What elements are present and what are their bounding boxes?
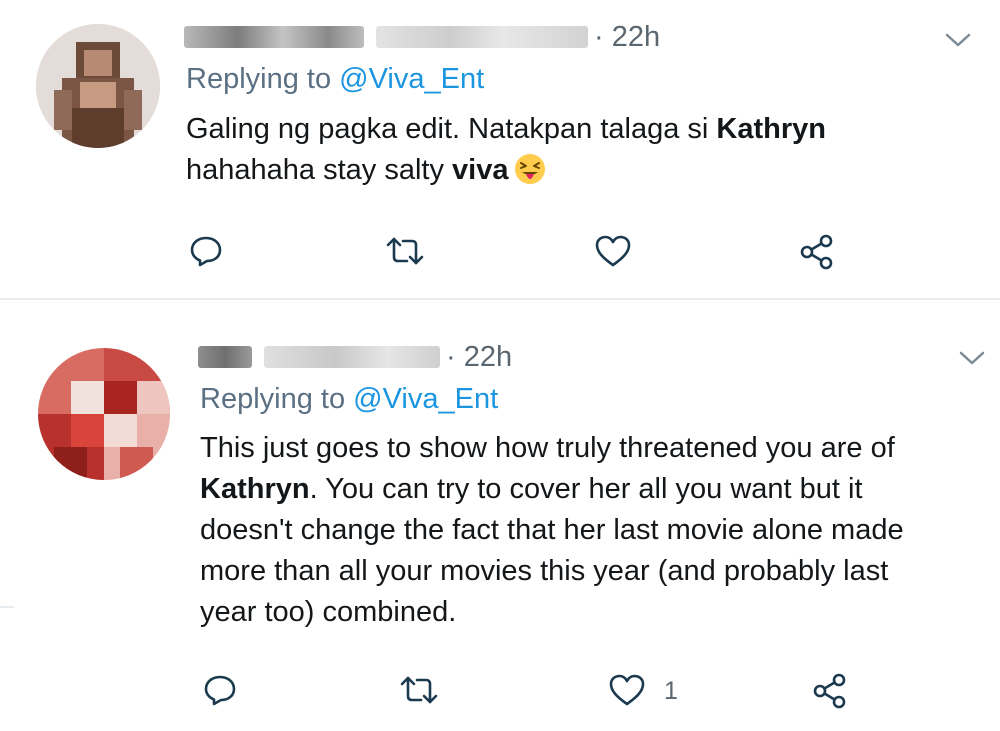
tweet-text: This just goes to show how truly threate… bbox=[200, 432, 904, 628]
share-icon[interactable] bbox=[797, 232, 837, 272]
avatar[interactable] bbox=[36, 24, 160, 148]
tweet-2[interactable]: · 22h Replying to @Viva_Ent This just go… bbox=[0, 300, 1000, 731]
author-row: · 22h bbox=[184, 17, 660, 57]
chevron-down-icon[interactable] bbox=[958, 348, 986, 368]
tweet-text: Galing ng pagka edit. Natakpan talaga si… bbox=[186, 113, 826, 186]
avatar[interactable] bbox=[38, 348, 170, 480]
reply-icon[interactable] bbox=[203, 673, 237, 707]
blurred-display-name[interactable] bbox=[198, 346, 252, 368]
tweet-1[interactable]: · 22h Replying to @Viva_Ent Galing ng pa… bbox=[0, 0, 1000, 300]
retweet-icon[interactable] bbox=[399, 675, 439, 705]
chevron-down-icon[interactable] bbox=[944, 30, 972, 50]
replying-to: Replying to @Viva_Ent bbox=[186, 63, 485, 95]
like-count: 1 bbox=[664, 677, 678, 705]
author-row: · 22h bbox=[198, 337, 512, 377]
replying-to: Replying to @Viva_Ent bbox=[200, 383, 499, 415]
blurred-username[interactable] bbox=[376, 26, 588, 48]
timestamp[interactable]: · 22h bbox=[446, 341, 512, 374]
reply-icon[interactable] bbox=[189, 234, 223, 268]
left-divider-stub bbox=[0, 606, 14, 608]
heart-icon[interactable] bbox=[594, 234, 632, 268]
retweet-icon[interactable] bbox=[385, 236, 425, 266]
blurred-username[interactable] bbox=[264, 346, 440, 368]
heart-icon[interactable] bbox=[608, 673, 646, 707]
reply-handle-link[interactable]: @Viva_Ent bbox=[353, 383, 498, 415]
reply-handle-link[interactable]: @Viva_Ent bbox=[339, 63, 484, 95]
share-icon[interactable] bbox=[810, 671, 850, 711]
winking-face-with-tongue-emoji bbox=[515, 154, 546, 184]
blurred-display-name[interactable] bbox=[184, 26, 364, 48]
timestamp[interactable]: · 22h bbox=[594, 21, 660, 54]
